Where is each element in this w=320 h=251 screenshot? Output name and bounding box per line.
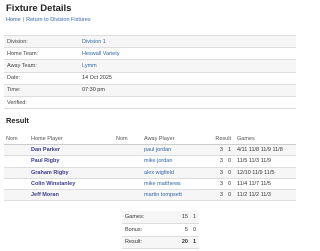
home-score: 3	[219, 169, 223, 176]
table-row: Paul Rigby mike jordan 30 11/5 11/3 11/9	[4, 156, 296, 168]
home-total: 20	[181, 239, 188, 246]
home-total: 15	[181, 213, 188, 220]
away-team-link[interactable]: Lymm	[82, 63, 97, 69]
detail-row-verified: Verified:	[4, 97, 296, 110]
result-section-title: Result	[6, 116, 29, 125]
detail-label: Home Team:	[7, 50, 39, 57]
result-cell: 30	[211, 170, 234, 176]
summary-label: Games:	[125, 213, 145, 220]
away-score: 0	[227, 180, 231, 187]
score-summary-table: Games: 15 1 Bonus: 50 Result: 20 1	[122, 211, 199, 250]
header-home-player: Home Player	[31, 136, 63, 143]
header-nom-home: Nom	[6, 136, 18, 143]
away-score: 0	[227, 169, 231, 176]
summary-row-result: Result: 20 1	[122, 236, 199, 250]
games-cell: 12/10 11/9 11/5	[237, 169, 275, 176]
home-player-link[interactable]: Colin Winstanley	[31, 181, 116, 187]
table-row: Dan Parker paul jordan 31 4/11 11/8 11/9…	[4, 145, 296, 157]
detail-row-date: Date: 14 Oct 2025	[4, 73, 296, 85]
header-nom-away: Nom	[116, 136, 128, 143]
detail-row-away-team: Away Team: Lymm	[4, 60, 296, 73]
detail-row-division: Division: Division 1	[4, 36, 296, 49]
home-total: 5	[184, 226, 188, 233]
header-games: Games	[237, 136, 255, 143]
home-score: 3	[219, 147, 223, 154]
games-cell: 11/2 11/2 11/3	[237, 192, 271, 199]
detail-label: Away Team:	[7, 62, 37, 69]
fixture-details-table: Division: Division 1 Home Team: Heswall …	[4, 35, 296, 110]
away-player-link[interactable]: mike matthews	[144, 181, 211, 187]
summary-label: Bonus:	[125, 226, 143, 233]
result-cell: 31	[211, 147, 234, 153]
summary-row-games: Games: 15 1	[122, 211, 199, 224]
away-player-link[interactable]: martin tompsett	[144, 192, 211, 198]
breadcrumb-home-link[interactable]: Home	[6, 17, 21, 23]
home-score: 3	[219, 180, 223, 187]
date-value: 14 Oct 2025	[82, 75, 112, 82]
detail-row-home-team: Home Team: Heswall Variety	[4, 48, 296, 61]
home-player-link[interactable]: Jeff Moran	[31, 192, 116, 198]
table-row: Jeff Moran martin tompsett 30 11/2 11/2 …	[4, 189, 296, 202]
summary-values: 20 1	[175, 239, 199, 245]
summary-values: 50	[175, 227, 199, 233]
summary-row-bonus: Bonus: 50	[122, 224, 199, 237]
detail-label: Date:	[7, 75, 21, 82]
detail-label: Division:	[7, 38, 28, 45]
summary-values: 15 1	[175, 214, 199, 220]
time-value: 07:30 pm	[82, 87, 105, 94]
away-total: 0	[192, 226, 196, 233]
home-player-link[interactable]: Graham Rigby	[31, 170, 116, 176]
header-result: Result	[215, 136, 231, 143]
home-score: 3	[219, 192, 223, 199]
away-score: 0	[227, 192, 231, 199]
away-score: 1	[227, 147, 231, 154]
away-player-link[interactable]: paul jordan	[144, 147, 211, 153]
games-cell: 4/11 11/8 11/9 11/8	[237, 147, 283, 154]
detail-label: Verified:	[7, 99, 27, 106]
result-cell: 30	[211, 181, 234, 187]
away-total: 1	[192, 213, 196, 220]
results-header-row: Nom Home Player Nom Away Player Result G…	[4, 134, 296, 146]
away-player-link[interactable]: alex wigfield	[144, 170, 211, 176]
summary-label: Result:	[125, 239, 143, 246]
detail-label: Time:	[7, 87, 21, 94]
away-total: 1	[192, 239, 196, 246]
home-score: 3	[219, 158, 223, 165]
breadcrumb: Home | Return to Division Fixtures	[6, 17, 91, 23]
away-player-link[interactable]: mike jordan	[144, 158, 211, 164]
home-player-link[interactable]: Dan Parker	[31, 147, 116, 153]
breadcrumb-back-link[interactable]: Return to Division Fixtures	[26, 17, 91, 23]
result-cell: 30	[211, 158, 234, 164]
header-away-player: Away Player	[144, 136, 175, 143]
table-row: Graham Rigby alex wigfield 30 12/10 11/9…	[4, 167, 296, 179]
division-link[interactable]: Division 1	[82, 39, 106, 45]
results-table: Nom Home Player Nom Away Player Result G…	[4, 134, 296, 202]
detail-row-time: Time: 07:30 pm	[4, 84, 296, 97]
away-score: 0	[227, 158, 231, 165]
home-player-link[interactable]: Paul Rigby	[31, 158, 116, 164]
page-title: Fixture Details	[6, 3, 72, 14]
games-cell: 11/4 11/7 11/5	[237, 180, 271, 187]
games-cell: 11/5 11/3 11/9	[237, 158, 271, 165]
table-row: Colin Winstanley mike matthews 30 11/4 1…	[4, 179, 296, 190]
home-team-link[interactable]: Heswall Variety	[82, 51, 120, 57]
result-cell: 30	[211, 192, 234, 198]
